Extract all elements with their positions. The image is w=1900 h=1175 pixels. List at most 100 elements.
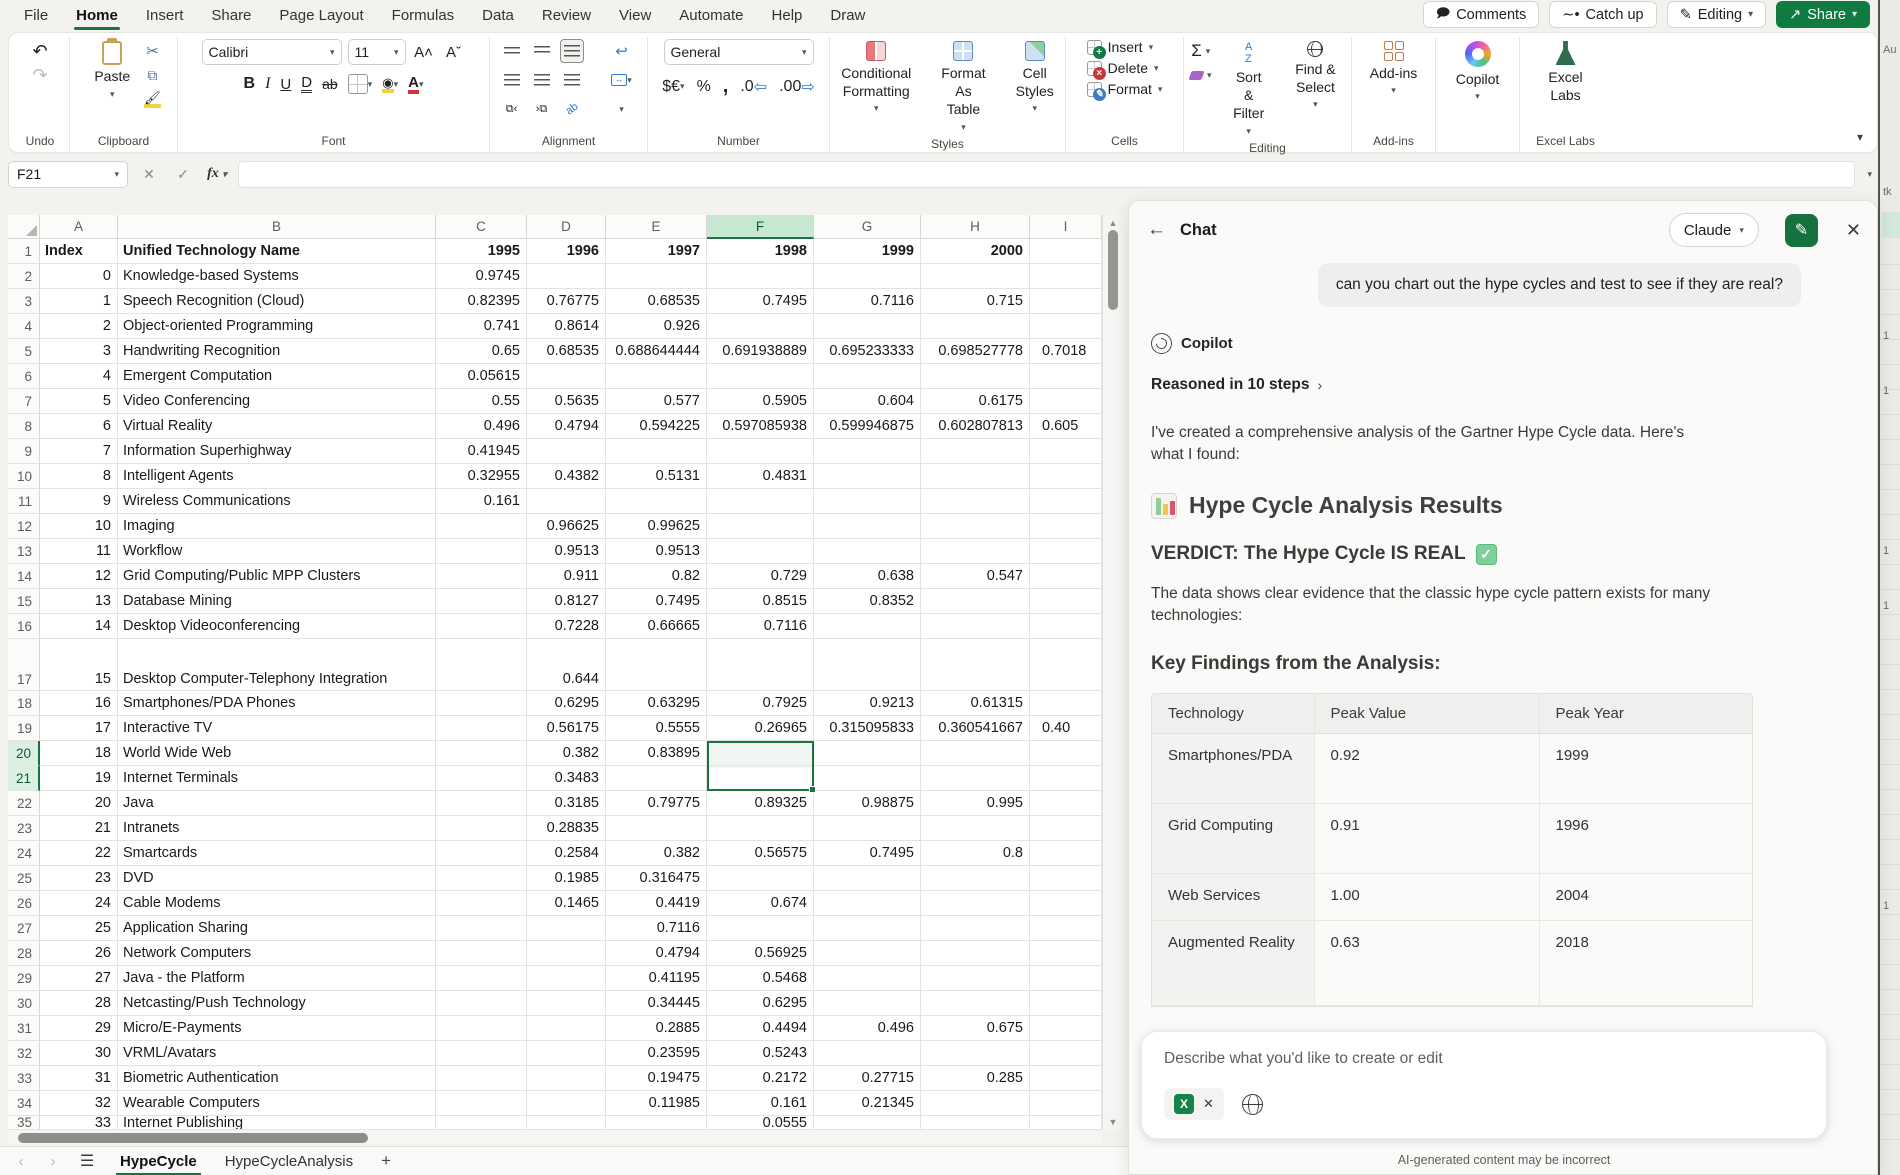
cell-D2[interactable]: [527, 264, 606, 289]
cell-E4[interactable]: 0.926: [606, 314, 707, 339]
font-name-select[interactable]: Calibri▾: [202, 39, 342, 65]
cell-B1[interactable]: Unified Technology Name: [118, 239, 436, 264]
cell-G3[interactable]: 0.7116: [814, 289, 921, 314]
cell-E32[interactable]: 0.23595: [606, 1041, 707, 1066]
delete-cells-button[interactable]: ×Delete▾: [1087, 60, 1159, 76]
cell-H11[interactable]: [921, 489, 1030, 514]
cell-F11[interactable]: [707, 489, 814, 514]
next-sheet-icon[interactable]: ›: [40, 1153, 66, 1170]
cell-E25[interactable]: 0.316475: [606, 866, 707, 891]
cell-H34[interactable]: [921, 1091, 1030, 1116]
copilot-button[interactable]: Copilot▾: [1448, 39, 1508, 104]
cell-G13[interactable]: [814, 539, 921, 564]
cell-B22[interactable]: Java: [118, 791, 436, 816]
decrease-decimal-button[interactable]: .0⇦: [740, 77, 767, 97]
cell-F23[interactable]: [707, 816, 814, 841]
cell-A24[interactable]: 22: [40, 841, 118, 866]
italic-button[interactable]: I: [265, 75, 270, 93]
cell-I5[interactable]: 0.7018: [1030, 339, 1102, 364]
back-icon[interactable]: ←: [1147, 219, 1166, 241]
cell-A23[interactable]: 21: [40, 816, 118, 841]
cell-H23[interactable]: [921, 816, 1030, 841]
cell-C30[interactable]: [436, 991, 527, 1016]
cut-icon[interactable]: ✂: [144, 42, 161, 60]
column-header-C[interactable]: C: [436, 215, 527, 239]
cell-I8[interactable]: 0.605: [1030, 414, 1102, 439]
cell-D9[interactable]: [527, 439, 606, 464]
workbook-context-chip[interactable]: X ✕: [1164, 1088, 1224, 1120]
cell-B12[interactable]: Imaging: [118, 514, 436, 539]
cell-A4[interactable]: 2: [40, 314, 118, 339]
close-icon[interactable]: ✕: [1846, 220, 1861, 241]
cell-D26[interactable]: 0.1465: [527, 891, 606, 916]
row-header-13[interactable]: 13: [8, 539, 40, 564]
ribbon-tab-share[interactable]: Share: [197, 3, 265, 28]
cell-F16[interactable]: 0.7116: [707, 614, 814, 639]
cell-A34[interactable]: 32: [40, 1091, 118, 1116]
cell-H25[interactable]: [921, 866, 1030, 891]
cell-I29[interactable]: [1030, 966, 1102, 991]
cell-I17[interactable]: [1030, 639, 1102, 691]
cell-A25[interactable]: 23: [40, 866, 118, 891]
remove-context-icon[interactable]: ✕: [1203, 1096, 1214, 1112]
cell-C11[interactable]: 0.161: [436, 489, 527, 514]
row-header-8[interactable]: 8: [8, 414, 40, 439]
align-center-icon[interactable]: [530, 68, 554, 92]
cell-D27[interactable]: [527, 916, 606, 941]
cell-F18[interactable]: 0.7925: [707, 691, 814, 716]
align-bottom-icon[interactable]: [560, 39, 584, 63]
cell-D16[interactable]: 0.7228: [527, 614, 606, 639]
model-selector[interactable]: Claude▾: [1669, 213, 1759, 247]
cell-A13[interactable]: 11: [40, 539, 118, 564]
cell-G26[interactable]: [814, 891, 921, 916]
vertical-scroll-thumb[interactable]: [1108, 230, 1118, 310]
row-header-17[interactable]: 17: [8, 639, 40, 691]
cell-B9[interactable]: Information Superhighway: [118, 439, 436, 464]
undo-button[interactable]: ↶: [28, 39, 52, 63]
row-header-30[interactable]: 30: [8, 991, 40, 1016]
cell-H29[interactable]: [921, 966, 1030, 991]
share-button[interactable]: ↗Share▾: [1776, 1, 1870, 28]
cell-C19[interactable]: [436, 716, 527, 741]
row-header-10[interactable]: 10: [8, 464, 40, 489]
cell-G20[interactable]: [814, 741, 921, 766]
cell-F14[interactable]: 0.729: [707, 564, 814, 589]
cell-I19[interactable]: 0.40: [1030, 716, 1102, 741]
cell-B13[interactable]: Workflow: [118, 539, 436, 564]
excel-labs-button[interactable]: Excel Labs: [1528, 39, 1604, 106]
cell-I22[interactable]: [1030, 791, 1102, 816]
cell-G27[interactable]: [814, 916, 921, 941]
find-select-button[interactable]: Find & Select▾: [1286, 39, 1345, 112]
cell-D31[interactable]: [527, 1016, 606, 1041]
cell-E12[interactable]: 0.99625: [606, 514, 707, 539]
cell-D1[interactable]: 1996: [527, 239, 606, 264]
double-underline-button[interactable]: D: [301, 75, 312, 93]
cell-G16[interactable]: [814, 614, 921, 639]
cell-F29[interactable]: 0.5468: [707, 966, 814, 991]
insert-function-icon[interactable]: fx ▾: [204, 166, 230, 182]
borders-button[interactable]: ▾: [348, 74, 373, 94]
row-header-35[interactable]: 35: [8, 1116, 40, 1130]
row-header-1[interactable]: 1: [8, 239, 40, 264]
cell-G9[interactable]: [814, 439, 921, 464]
cell-F33[interactable]: 0.2172: [707, 1066, 814, 1091]
cell-G18[interactable]: 0.9213: [814, 691, 921, 716]
cell-G33[interactable]: 0.27715: [814, 1066, 921, 1091]
cell-F28[interactable]: 0.56925: [707, 941, 814, 966]
cell-D11[interactable]: [527, 489, 606, 514]
cell-A7[interactable]: 5: [40, 389, 118, 414]
cell-B17[interactable]: Desktop Computer-Telephony Integration: [118, 639, 436, 691]
ribbon-tab-draw[interactable]: Draw: [816, 3, 879, 28]
strikethrough-button[interactable]: ab: [322, 76, 338, 92]
cell-H2[interactable]: [921, 264, 1030, 289]
confirm-icon[interactable]: ✓: [170, 166, 196, 183]
column-header-H[interactable]: H: [921, 215, 1030, 239]
cell-H1[interactable]: 2000: [921, 239, 1030, 264]
cell-B6[interactable]: Emergent Computation: [118, 364, 436, 389]
row-header-29[interactable]: 29: [8, 966, 40, 991]
font-color-button[interactable]: A▾: [408, 75, 423, 94]
cell-C31[interactable]: [436, 1016, 527, 1041]
cell-I31[interactable]: [1030, 1016, 1102, 1041]
number-format-select[interactable]: General▾: [664, 39, 814, 65]
cell-G19[interactable]: 0.315095833: [814, 716, 921, 741]
